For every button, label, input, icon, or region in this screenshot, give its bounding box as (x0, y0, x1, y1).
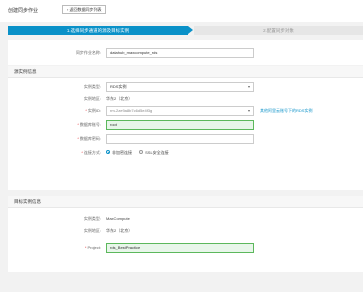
db-account-row: *数据库账号: root (8, 120, 363, 130)
conn-option-ssl[interactable]: SSL安全连接 (139, 148, 169, 158)
step-arrow-icon (188, 26, 193, 34)
radio-empty-icon (139, 150, 144, 155)
conn-mode-row: *连接方式: 非加密连接 SSL安全连接 (8, 148, 363, 158)
conn-mode-radio-group: 非加密连接 SSL安全连接 (106, 148, 175, 158)
project-input[interactable]: rds_BestPractice (106, 243, 254, 253)
top-bar: 创建同步作业 ‹ 返回数据同步列表 (0, 0, 363, 22)
chevron-down-icon (248, 86, 250, 88)
target-region-value: 华东2（北京） (106, 228, 133, 233)
required-mark: * (77, 136, 79, 141)
back-label: 返回数据同步列表 (69, 7, 102, 12)
db-account-label: *数据库账号: (77, 122, 101, 127)
source-id-select[interactable]: rm-2ze9a8b7c6d5e4f3g (106, 106, 254, 116)
required-mark: * (77, 122, 79, 127)
source-id-row: *实例ID: rm-2ze9a8b7c6d5e4f3g 其他阿里云账号下的RDS… (8, 106, 363, 116)
project-row: *Project: rds_BestPractice (8, 243, 363, 253)
db-password-input[interactable] (106, 134, 254, 144)
source-type-select[interactable]: RDS实例 (106, 82, 254, 92)
source-instance-section: 源实例信息 实例类型: RDS实例 实例地区: 华东2（北京） *实例ID: r… (8, 66, 363, 190)
source-type-row: 实例类型: RDS实例 (8, 82, 363, 92)
step-2-inactive: 2.配置同步对象 (194, 26, 363, 35)
job-name-row: 同步作业名称: datahub_maxcompute_rds (8, 48, 363, 58)
target-section-title: 目标实例信息 (8, 196, 363, 208)
job-name-section: 同步作业名称: datahub_maxcompute_rds (8, 40, 363, 65)
db-password-row: *数据库密码: (8, 134, 363, 144)
target-type-value: MaxCompute (106, 216, 130, 221)
source-type-value: RDS实例 (110, 84, 127, 89)
radio-selected-icon (106, 150, 110, 155)
source-id-value: rm-2ze9a8b7c6d5e4f3g (110, 108, 153, 113)
required-mark: * (81, 150, 83, 155)
back-to-list-button[interactable]: ‹ 返回数据同步列表 (62, 5, 107, 14)
source-region-row: 实例地区: 华东2（北京） (8, 94, 363, 104)
source-region-label: 实例地区: (83, 96, 101, 101)
target-instance-section: 目标实例信息 实例类型: MaxCompute 实例地区: 华东2（北京） *P… (8, 196, 363, 272)
wizard-steps: 1.选择同步通道的源及目标实例 2.配置同步对象 (8, 26, 363, 35)
other-account-link[interactable]: 其他阿里云账号下的RDS实例 (260, 106, 312, 116)
chevron-down-icon (248, 110, 250, 112)
source-region-value: 华东2（北京） (106, 96, 133, 101)
target-region-label: 实例地区: (83, 228, 101, 233)
source-type-label: 实例类型: (83, 84, 101, 89)
conn-mode-label: *连接方式: (81, 150, 101, 155)
target-region-row: 实例地区: 华东2（北京） (8, 226, 363, 236)
conn-option-plain[interactable]: 非加密连接 (106, 148, 132, 158)
target-type-label: 实例类型: (83, 216, 101, 221)
step-1-active: 1.选择同步通道的源及目标实例 (8, 26, 188, 35)
source-section-title: 源实例信息 (8, 66, 363, 78)
db-password-label: *数据库密码: (77, 136, 101, 141)
target-type-row: 实例类型: MaxCompute (8, 214, 363, 224)
db-account-input[interactable]: root (106, 120, 254, 130)
source-id-label: *实例ID: (85, 108, 101, 113)
required-mark: * (85, 108, 87, 113)
job-name-input[interactable]: datahub_maxcompute_rds (106, 48, 254, 58)
project-label: *Project: (84, 245, 101, 250)
page-title: 创建同步作业 (8, 8, 39, 14)
job-name-label: 同步作业名称: (75, 50, 101, 55)
